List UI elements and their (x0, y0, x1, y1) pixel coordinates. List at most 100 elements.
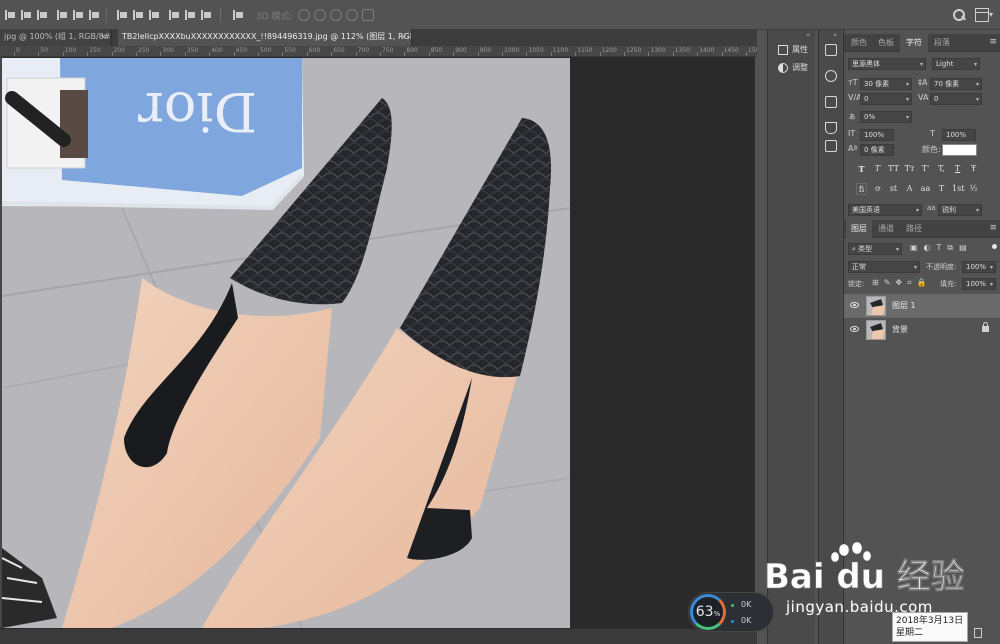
collapse-arrows-icon[interactable]: « (806, 31, 810, 39)
distribute-bottom-icon[interactable] (148, 9, 160, 21)
transfer-icon[interactable] (825, 140, 837, 152)
layer-row[interactable]: 背景 (844, 318, 1000, 342)
speed-dial: 63% (690, 594, 726, 630)
language-select[interactable]: 美国英语 ▾ (848, 204, 922, 216)
auto-align-layers-icon[interactable] (232, 9, 244, 21)
align-left-edges-icon[interactable] (4, 9, 16, 21)
distribute-left-icon[interactable] (168, 9, 180, 21)
filter-toggle-icon[interactable] (992, 244, 997, 249)
properties-panel-button[interactable]: 属性 (772, 42, 816, 58)
contextual-alternates-button[interactable]: st (888, 183, 899, 195)
tsume-field[interactable]: 0% ▾ (860, 111, 912, 123)
panel-menu-icon[interactable]: ≡ (989, 37, 997, 47)
horizontal-scale-field[interactable]: 100% (942, 129, 976, 141)
ruler-tick (258, 52, 259, 56)
subscript-button[interactable]: T, (936, 163, 947, 175)
layer-row[interactable]: 图层 1 (844, 294, 1000, 318)
antialias-select[interactable]: 锐利 ▾ (938, 204, 982, 216)
ligatures-button[interactable]: fi (856, 183, 867, 195)
distribute-hcenter-icon[interactable] (184, 9, 196, 21)
ordinals-button[interactable]: 1st (952, 183, 964, 195)
underline-button[interactable]: T (952, 163, 963, 175)
history-icon[interactable] (825, 44, 837, 56)
3d-rotate-icon[interactable] (298, 9, 310, 21)
blend-mode-select[interactable]: 正常 ▾ (848, 261, 920, 273)
distribute-top-icon[interactable] (116, 9, 128, 21)
faux-italic-button[interactable]: T (872, 163, 883, 175)
3d-scale-icon[interactable] (362, 9, 374, 21)
swash-button[interactable]: A (904, 183, 915, 195)
titling-alternates-button[interactable]: T (936, 183, 947, 195)
chevron-down-icon: ▾ (973, 61, 977, 68)
language-value: 美国英语 (852, 206, 880, 214)
horizontal-ruler: 0 50 100 150 200 250 300 350 400 450 500 550 600 650 7… (0, 46, 757, 57)
stylistic-alternates-button[interactable]: aa (920, 183, 931, 195)
ruler-tick (477, 52, 479, 56)
trash-icon[interactable] (974, 628, 982, 638)
leading-field[interactable]: 70 像素 ▾ (930, 78, 982, 90)
panel-menu-icon[interactable]: ≡ (989, 223, 997, 233)
fill-field[interactable]: 100% ▾ (962, 278, 996, 290)
strikethrough-button[interactable]: Ŧ (968, 163, 979, 175)
font-family-select[interactable]: 思源黑体 ▾ (848, 58, 926, 70)
tsume-value: 0% (864, 113, 876, 121)
tab-paths[interactable]: 路径 (900, 220, 928, 238)
tab-document-1[interactable]: jpg @ 100% (组 1, RGB/8#) * × (0, 29, 112, 46)
tab-layers[interactable]: 图层 (846, 220, 872, 238)
align-bottom-edges-icon[interactable] (88, 9, 100, 21)
tab-swatches[interactable]: 色板 (872, 34, 900, 52)
text-color-swatch[interactable] (942, 144, 977, 156)
antialias-icon: aa (927, 204, 936, 212)
visibility-eye-icon[interactable] (850, 326, 859, 332)
tab-character[interactable]: 字符 (900, 34, 928, 52)
font-style-select[interactable]: Light ▾ (932, 58, 980, 70)
brush-icon[interactable] (825, 122, 837, 134)
vertical-scale-field[interactable]: 100% (860, 129, 894, 141)
chevron-down-icon: ▾ (905, 114, 909, 121)
tracking-field[interactable]: 0 ▾ (930, 93, 982, 105)
tab-color[interactable]: 颜色 (846, 34, 872, 52)
opacity-field[interactable]: 100% ▾ (962, 261, 996, 273)
workspace-icon[interactable] (975, 8, 989, 22)
discretionary-ligatures-button[interactable]: ơ (872, 183, 883, 195)
leading-value: 70 像素 (934, 80, 960, 88)
layer-filter-value: 类型 (858, 245, 873, 253)
ruler-tick (648, 52, 650, 56)
tab-paragraph[interactable]: 段落 (928, 34, 956, 52)
align-vertical-centers-icon[interactable] (72, 9, 84, 21)
baseline-shift-field[interactable]: 0 像素 (860, 144, 894, 156)
chevron-down-icon[interactable]: ▾ (989, 10, 993, 19)
align-right-edges-icon[interactable] (36, 9, 48, 21)
adjustments-panel-button[interactable]: 调整 (772, 60, 816, 76)
collapse-arrows-icon[interactable]: « (833, 31, 837, 39)
layer-filter-select[interactable]: ⌕ 类型 ▾ (848, 243, 902, 255)
3d-pan-icon[interactable] (330, 9, 342, 21)
font-size-field[interactable]: 30 像素 ▾ (860, 78, 912, 90)
layer-comps-icon[interactable] (825, 96, 837, 108)
3d-roll-icon[interactable] (314, 9, 326, 21)
lock-options-icons[interactable]: ⊞✎✥⌗🔒 (872, 278, 932, 288)
small-caps-button[interactable]: Tт (904, 163, 915, 175)
info-icon[interactable] (825, 70, 837, 82)
options-bar: 3D 模式: ▾ (0, 0, 1000, 30)
kerning-field[interactable]: 0 ▾ (860, 93, 912, 105)
search-icon[interactable] (952, 8, 966, 22)
align-horizontal-centers-icon[interactable] (20, 9, 32, 21)
ruler-tick (209, 52, 211, 56)
faux-bold-button[interactable]: T (856, 163, 867, 175)
close-icon[interactable]: × (100, 29, 107, 45)
close-icon[interactable]: × (400, 29, 407, 45)
superscript-button[interactable]: T' (920, 163, 931, 175)
ruler-tick (404, 52, 406, 56)
distribute-vcenter-icon[interactable] (132, 9, 144, 21)
fractions-button[interactable]: ½ (968, 183, 979, 195)
3d-slide-icon[interactable] (346, 9, 358, 21)
document-image[interactable]: Dior (2, 58, 570, 628)
layer-filter-icons[interactable]: ▣◐T⧉▤ (910, 243, 973, 253)
tab-channels[interactable]: 通道 (872, 220, 900, 238)
distribute-right-icon[interactable] (200, 9, 212, 21)
all-caps-button[interactable]: TT (888, 163, 899, 175)
align-top-edges-icon[interactable] (56, 9, 68, 21)
tab-document-2[interactable]: TB2lelIcpXXXXbuXXXXXXXXXXXX_!!894496319.… (118, 29, 412, 46)
visibility-eye-icon[interactable] (850, 302, 859, 308)
